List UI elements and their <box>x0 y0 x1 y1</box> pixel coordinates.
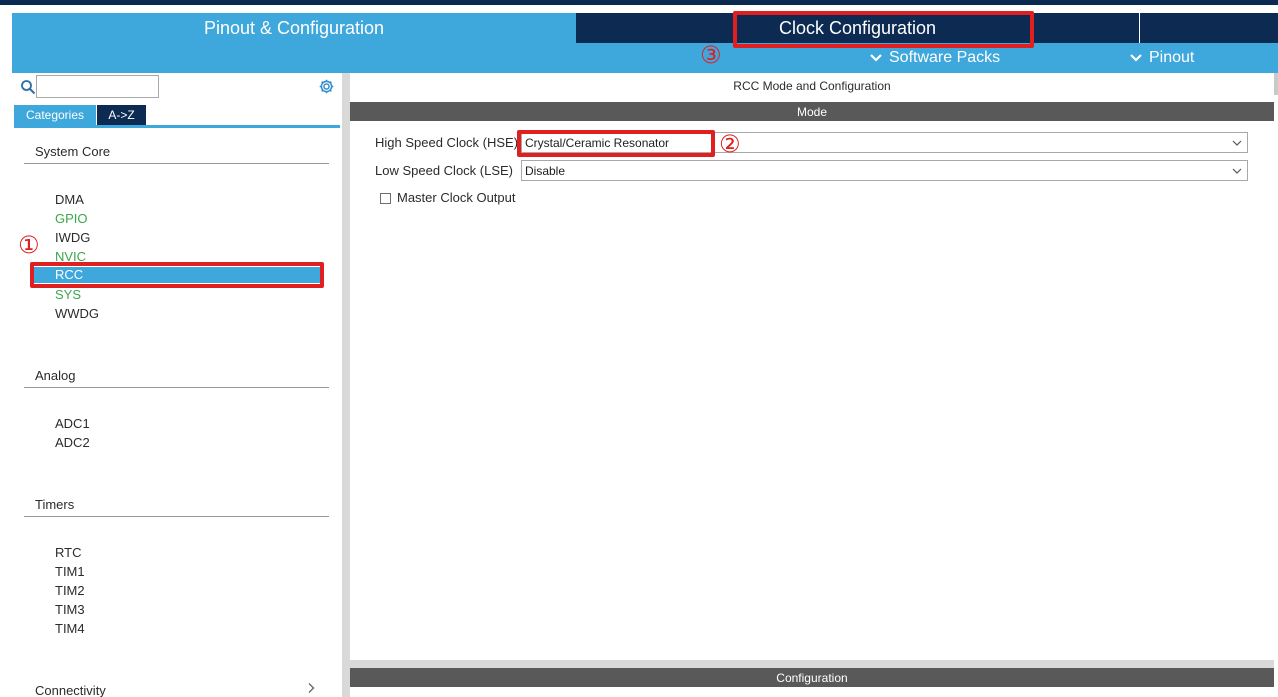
sidebar-item-rcc[interactable]: RCC <box>55 267 83 283</box>
software-packs-label: Software Packs <box>889 49 1001 66</box>
search-input[interactable] <box>36 75 159 98</box>
master-clock-output-label[interactable]: Master Clock Output <box>397 190 516 205</box>
annotation-marker-3: ③ <box>700 41 722 69</box>
configuration-header: Configuration <box>350 668 1274 687</box>
sidebar-item-tim1[interactable]: TIM1 <box>55 564 85 580</box>
tab-pinout-configuration[interactable]: Pinout & Configuration <box>12 13 576 43</box>
master-clock-output-checkbox[interactable] <box>380 193 391 204</box>
sidebar-item-tim2[interactable]: TIM2 <box>55 583 85 599</box>
hse-select[interactable]: Crystal/Ceramic Resonator <box>521 132 1248 153</box>
scrollbar[interactable] <box>1274 73 1278 95</box>
tab-clock-configuration[interactable]: Clock Configuration <box>576 13 1139 43</box>
tab-a-to-z[interactable]: A->Z <box>97 105 146 125</box>
panel-splitter[interactable] <box>342 73 350 697</box>
sidebar-item-tim4[interactable]: TIM4 <box>55 621 85 637</box>
sidebar-item-adc2[interactable]: ADC2 <box>55 435 90 451</box>
pinout-menu-label: Pinout <box>1149 49 1195 66</box>
chevron-down-icon <box>1232 168 1242 174</box>
chevron-down-icon <box>1232 140 1242 146</box>
sidebar-item-adc1[interactable]: ADC1 <box>55 416 90 432</box>
sidebar-item-tim3[interactable]: TIM3 <box>55 602 85 618</box>
software-packs-button[interactable]: Software Packs <box>869 43 1000 73</box>
mode-header: Mode <box>350 102 1274 121</box>
lse-select-value: Disable <box>525 163 566 178</box>
hse-label: High Speed Clock (HSE) <box>375 135 519 150</box>
annotation-marker-2: ② <box>719 130 741 158</box>
tab-categories[interactable]: Categories <box>14 105 96 125</box>
section-title-connectivity[interactable]: Connectivity <box>35 683 106 697</box>
section-title-timers: Timers <box>35 497 75 512</box>
sidebar-item-gpio[interactable]: GPIO <box>55 211 88 227</box>
sidebar-item-dma[interactable]: DMA <box>55 192 84 208</box>
section-title-system-core: System Core <box>35 144 111 159</box>
pinout-menu-button[interactable]: Pinout <box>1129 43 1194 73</box>
search-icon <box>21 80 36 95</box>
page-title: RCC Mode and Configuration <box>733 79 891 93</box>
chevron-down-icon <box>1130 54 1142 62</box>
top-strip <box>0 0 1278 5</box>
sidebar-item-iwdg[interactable]: IWDG <box>55 230 90 246</box>
sidebar-item-wwdg[interactable]: WWDG <box>55 306 99 322</box>
section-divider <box>24 387 329 388</box>
chevron-right-icon[interactable] <box>305 682 317 694</box>
gear-icon[interactable] <box>318 78 335 95</box>
lse-select[interactable]: Disable <box>521 160 1248 181</box>
section-divider <box>350 660 1274 668</box>
tab-extra[interactable] <box>1139 13 1278 43</box>
lse-label: Low Speed Clock (LSE) <box>375 163 514 178</box>
sidebar-item-rtc[interactable]: RTC <box>55 545 81 561</box>
tab-underline <box>14 125 340 128</box>
configuration-area <box>350 687 1274 697</box>
chevron-down-icon <box>870 54 882 62</box>
sidebar-item-nvic[interactable]: NVIC <box>55 249 86 265</box>
section-divider <box>24 163 329 164</box>
hse-select-value: Crystal/Ceramic Resonator <box>525 135 670 150</box>
section-divider <box>24 516 329 517</box>
sub-toolbar <box>12 43 1278 73</box>
annotation-marker-1: ① <box>18 231 40 259</box>
section-title-analog: Analog <box>35 368 76 383</box>
sidebar-item-sys[interactable]: SYS <box>55 287 81 303</box>
